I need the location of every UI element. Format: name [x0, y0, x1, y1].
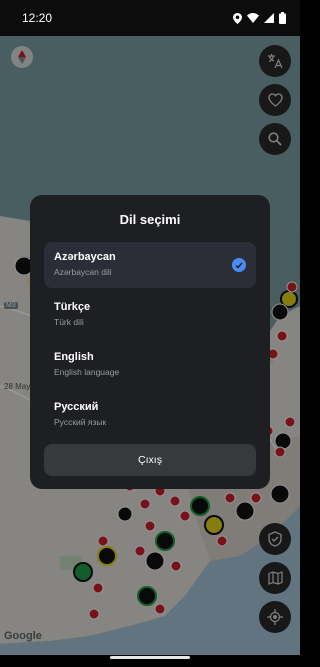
language-list: Azərbaycan Azərbaycan dili Türkçe Türk d…: [44, 242, 256, 438]
language-name: Русский: [54, 401, 99, 413]
check-icon: [232, 258, 246, 272]
wifi-icon: [247, 13, 259, 23]
language-subtitle: Türk dili: [54, 317, 84, 327]
home-indicator[interactable]: [110, 656, 190, 659]
navigation-bar: [0, 655, 300, 667]
language-dialog: Dil seçimi Azərbaycan Azərbaycan dili Tü…: [30, 195, 270, 489]
language-subtitle: English language: [54, 367, 120, 377]
signal-icon: [264, 13, 274, 23]
language-option-english[interactable]: English English language: [44, 342, 256, 388]
language-name: Türkçe: [54, 301, 91, 313]
status-bar: 12:20: [0, 0, 300, 36]
location-icon: [233, 12, 242, 24]
status-icons: [233, 12, 286, 24]
battery-icon: [279, 12, 286, 24]
language-name: Azərbaycan: [54, 251, 116, 263]
language-option-azerbaijani[interactable]: Azərbaycan Azərbaycan dili: [44, 242, 256, 288]
dialog-title: Dil seçimi: [119, 212, 181, 227]
exit-button[interactable]: Çıxış: [44, 444, 256, 476]
status-time: 12:20: [22, 11, 53, 25]
language-option-turkish[interactable]: Türkçe Türk dili: [44, 292, 256, 338]
language-subtitle: Azərbaycan dili: [54, 267, 112, 277]
language-option-russian[interactable]: Русский Русский язык: [44, 392, 256, 438]
language-name: English: [54, 351, 94, 363]
language-subtitle: Русский язык: [54, 417, 107, 427]
